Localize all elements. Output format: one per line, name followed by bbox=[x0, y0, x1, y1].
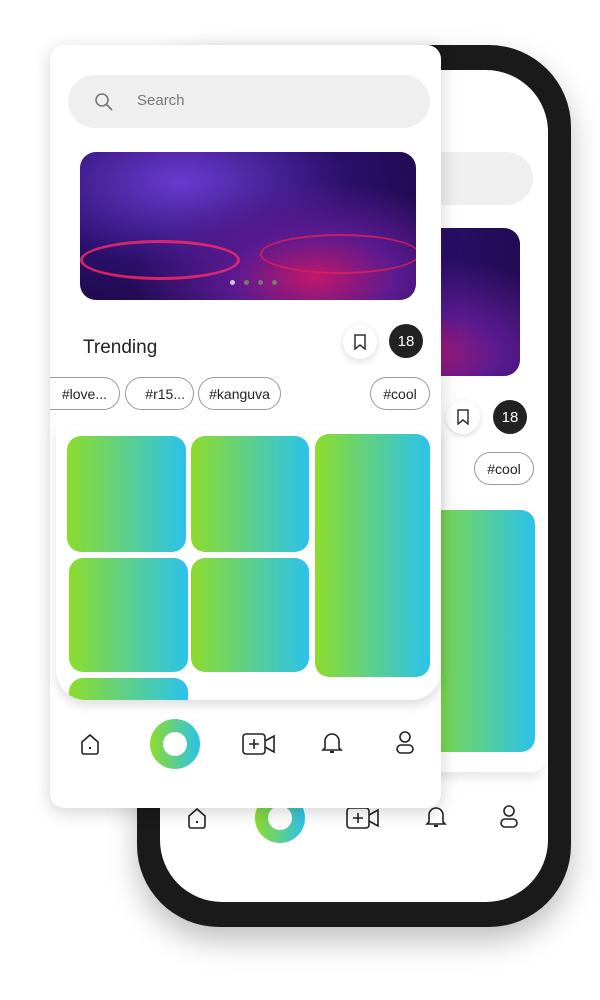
chip-cool[interactable]: #cool bbox=[370, 377, 430, 410]
record-button[interactable] bbox=[150, 719, 200, 769]
turntable-light bbox=[80, 240, 240, 280]
back-bell-icon bbox=[425, 807, 447, 827]
grid-tile[interactable] bbox=[191, 558, 309, 672]
chip-love[interactable]: #love... bbox=[50, 377, 120, 410]
app-card: Search Trending 18 #love... #r15... #kan… bbox=[50, 45, 441, 808]
back-bookmark-icon bbox=[446, 400, 480, 434]
back-chip-cool: #cool bbox=[474, 452, 534, 485]
hero-image[interactable] bbox=[80, 152, 416, 300]
grid-tile[interactable] bbox=[191, 436, 309, 552]
turntable-light bbox=[260, 234, 416, 274]
content-grid bbox=[56, 425, 441, 700]
back-home-icon bbox=[188, 807, 206, 829]
grid-tile[interactable] bbox=[315, 434, 430, 677]
search-icon bbox=[95, 93, 113, 111]
grid-tile[interactable] bbox=[69, 678, 188, 700]
back-badge: 18 bbox=[493, 400, 527, 434]
bell-icon[interactable] bbox=[321, 731, 343, 755]
bookmark-button[interactable] bbox=[343, 325, 377, 359]
chip-syriya[interactable]: #Syriya bbox=[286, 377, 366, 410]
chip-r15[interactable]: #r15... bbox=[125, 377, 194, 410]
chip-kanguva[interactable]: #kanguva bbox=[198, 377, 281, 410]
carousel-dots[interactable] bbox=[230, 280, 277, 285]
hashtag-chips: #love... #r15... #kanguva #Syriya #cool bbox=[50, 377, 441, 411]
search-input[interactable]: Search bbox=[68, 75, 430, 128]
back-profile-icon bbox=[500, 805, 518, 828]
back-video-add-icon bbox=[346, 807, 379, 829]
grid-tile[interactable] bbox=[69, 558, 188, 672]
home-icon[interactable] bbox=[80, 733, 100, 755]
count-badge: 18 bbox=[389, 324, 423, 358]
profile-icon[interactable] bbox=[395, 731, 415, 755]
video-add-icon[interactable] bbox=[242, 733, 276, 755]
bookmark-icon bbox=[354, 334, 366, 350]
grid-tile[interactable] bbox=[67, 436, 186, 552]
trending-title: Trending bbox=[83, 337, 158, 358]
search-placeholder: Search bbox=[137, 92, 185, 109]
